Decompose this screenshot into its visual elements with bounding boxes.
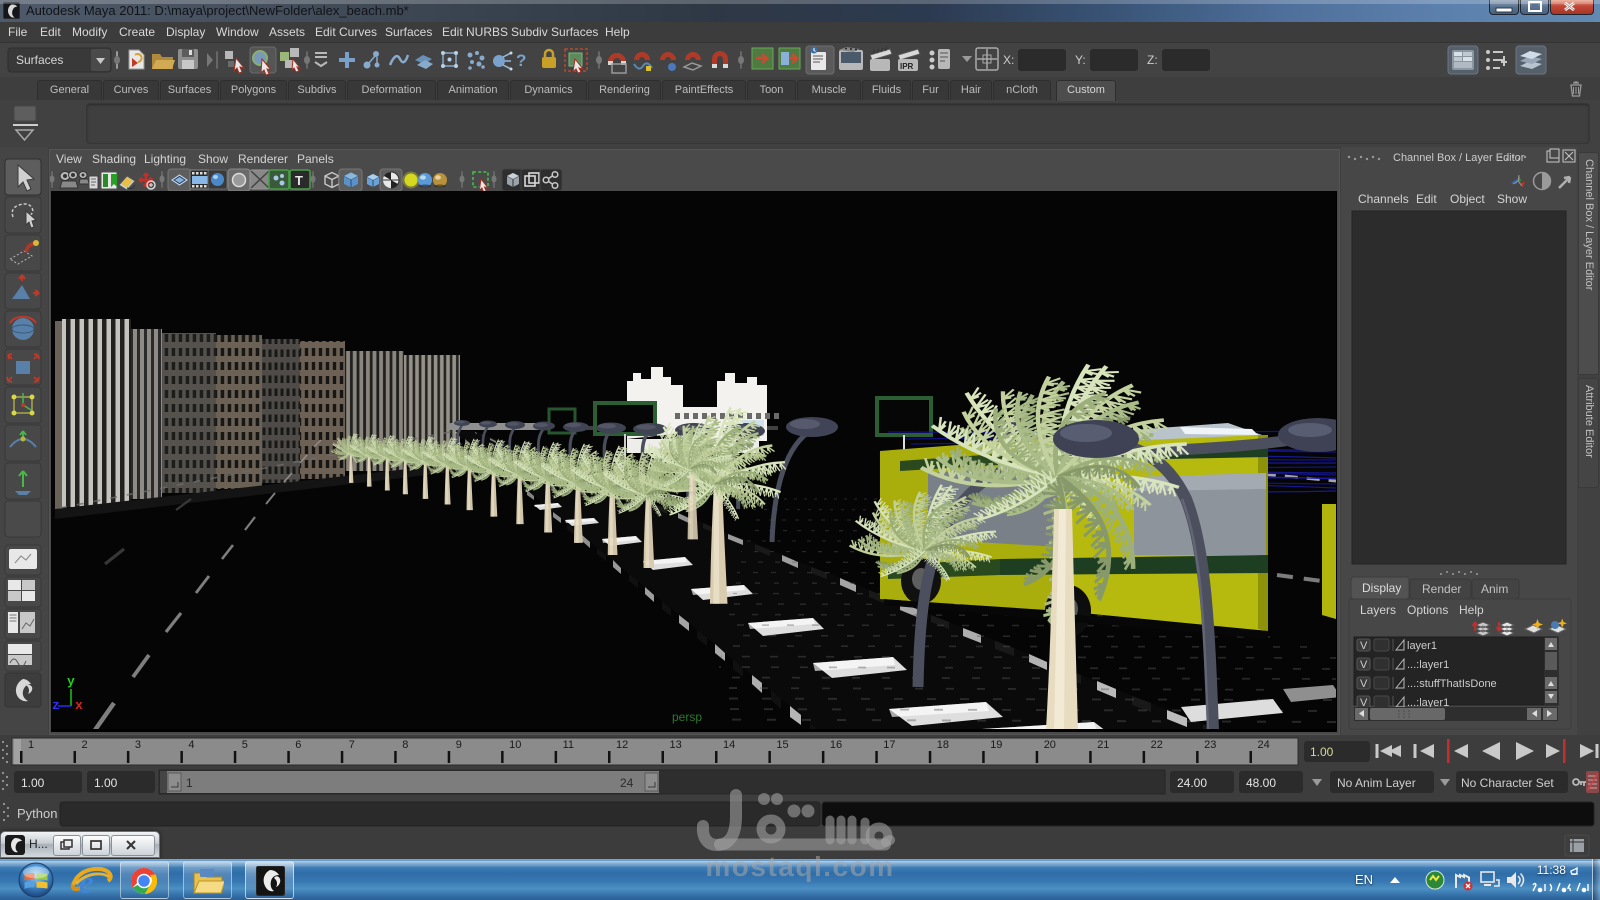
svg-text:2: 2 (82, 739, 88, 751)
svg-text:4: 4 (188, 739, 194, 751)
svg-text:T: T (295, 173, 303, 188)
svg-text:Z:: Z: (1147, 53, 1158, 67)
svg-text:11: 11 (563, 739, 574, 751)
svg-text:Anim: Anim (1481, 582, 1508, 596)
svg-text:Surfaces: Surfaces (16, 53, 63, 67)
svg-text:Options: Options (1407, 603, 1448, 617)
svg-text:y: y (67, 674, 75, 689)
svg-text:Show: Show (1497, 192, 1527, 206)
svg-text:20: 20 (1044, 739, 1056, 751)
svg-text:1.00: 1.00 (21, 776, 45, 790)
svg-text:No Character Set: No Character Set (1461, 776, 1554, 790)
svg-text:21: 21 (1097, 739, 1109, 751)
svg-text:23: 23 (1204, 739, 1216, 751)
svg-text:Edit: Edit (1416, 192, 1437, 206)
svg-text:V: V (1360, 659, 1368, 671)
svg-text:X:: X: (1003, 53, 1014, 67)
svg-text:Display: Display (1362, 581, 1401, 595)
svg-text:1.00: 1.00 (94, 776, 118, 790)
svg-text:10: 10 (509, 739, 521, 751)
svg-text:persp: persp (672, 710, 702, 724)
svg-text:Python: Python (17, 806, 57, 821)
svg-text:Y:: Y: (1075, 53, 1086, 67)
svg-text:Render: Render (1422, 582, 1461, 596)
svg-text:14: 14 (723, 739, 735, 751)
svg-text:Channel Box / Layer Editor: Channel Box / Layer Editor (1393, 152, 1525, 164)
svg-text:16: 16 (830, 739, 842, 751)
svg-text:22: 22 (1151, 739, 1163, 751)
svg-text:e: e (79, 865, 94, 899)
svg-text:5: 5 (242, 739, 248, 751)
svg-text:19: 19 (990, 739, 1002, 751)
svg-text:layer1: layer1 (1407, 640, 1437, 652)
svg-text:V: V (1360, 640, 1368, 652)
svg-text:24: 24 (620, 776, 634, 790)
svg-text:13: 13 (670, 739, 682, 751)
svg-text:Object: Object (1450, 192, 1485, 206)
svg-text:7: 7 (349, 739, 355, 751)
svg-text:Layers: Layers (1360, 603, 1396, 617)
svg-text:...:layer1: ...:layer1 (1407, 659, 1449, 671)
svg-text:8: 8 (402, 739, 408, 751)
svg-text:48.00: 48.00 (1246, 776, 1276, 790)
svg-text:12: 12 (616, 739, 628, 751)
svg-text:x: x (75, 698, 83, 713)
svg-text:Help: Help (1459, 603, 1484, 617)
svg-text:17: 17 (883, 739, 895, 751)
svg-text:9: 9 (456, 739, 462, 751)
svg-text:?: ? (516, 51, 526, 70)
svg-text:1: 1 (186, 776, 193, 790)
svg-text:z: z (52, 698, 60, 713)
svg-text:Channels: Channels (1358, 192, 1409, 206)
svg-text:3: 3 (135, 739, 141, 751)
svg-text:15: 15 (776, 739, 788, 751)
svg-text:No Anim Layer: No Anim Layer (1337, 776, 1416, 790)
svg-text:6: 6 (295, 739, 301, 751)
svg-text:24.00: 24.00 (1177, 776, 1207, 790)
svg-text:24: 24 (1258, 739, 1270, 751)
svg-text:18: 18 (937, 739, 949, 751)
svg-text:IPR: IPR (900, 62, 914, 71)
svg-text:mostaql.com: mostaql.com (705, 851, 894, 882)
svg-text:1: 1 (28, 739, 34, 751)
svg-text:1.00: 1.00 (1310, 745, 1334, 759)
svg-text:...:stuffThatIsDone: ...:stuffThatIsDone (1407, 678, 1497, 690)
svg-text:V: V (1360, 678, 1368, 690)
